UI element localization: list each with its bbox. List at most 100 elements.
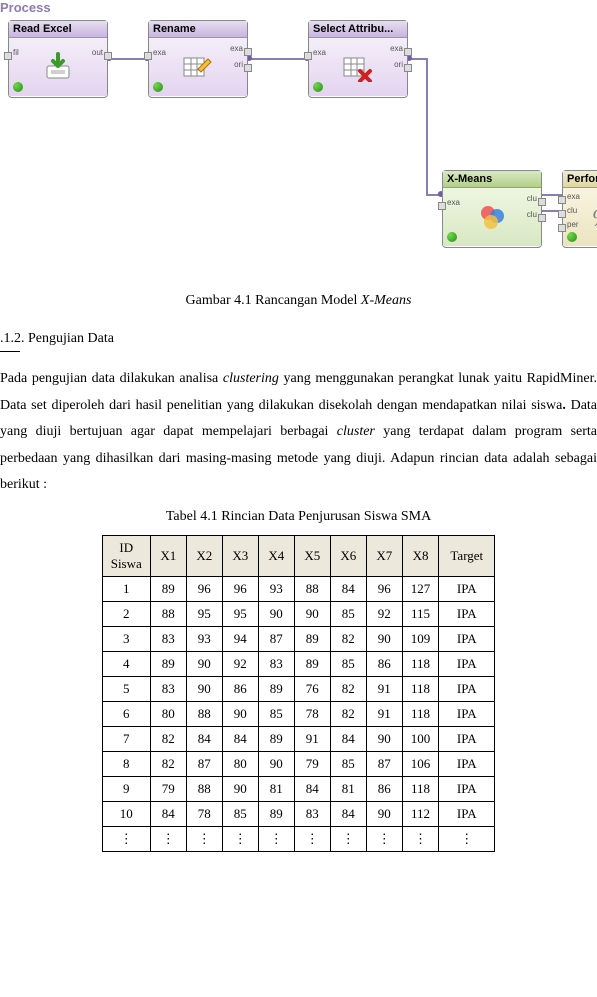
table-cell: 83 bbox=[294, 801, 330, 826]
node-title: Read Excel bbox=[9, 21, 107, 38]
table-cell: 6 bbox=[102, 701, 150, 726]
table-cell: 90 bbox=[366, 626, 402, 651]
caption-italic: X-Means bbox=[361, 293, 412, 308]
table-cell: 2 bbox=[102, 601, 150, 626]
table-cell: 88 bbox=[294, 576, 330, 601]
table-cell: 84 bbox=[330, 726, 366, 751]
table-cell: IPA bbox=[439, 776, 495, 801]
port-label: out bbox=[92, 48, 103, 57]
table-cell: 88 bbox=[150, 601, 186, 626]
cluster-icon bbox=[475, 202, 509, 232]
table-cell: IPA bbox=[439, 676, 495, 701]
table-row: 189969693888496127IPA bbox=[102, 576, 495, 601]
table-cell: 87 bbox=[186, 751, 222, 776]
table-cell: 90 bbox=[366, 801, 402, 826]
table-row: 383939487898290109IPA bbox=[102, 626, 495, 651]
table-cell: 78 bbox=[186, 801, 222, 826]
table-cell: 90 bbox=[258, 751, 294, 776]
port-in[interactable] bbox=[558, 210, 566, 218]
node-performance[interactable]: Performance exa clu per per exa clu % bbox=[562, 170, 597, 248]
port-out[interactable] bbox=[404, 48, 412, 56]
table-cell: 89 bbox=[294, 626, 330, 651]
status-ok-icon bbox=[567, 232, 577, 242]
table-cell: 90 bbox=[366, 726, 402, 751]
port-label: exa bbox=[390, 44, 403, 53]
table-cell: 118 bbox=[402, 651, 439, 676]
port-in[interactable] bbox=[558, 196, 566, 204]
node-xmeans[interactable]: X-Means exa clu clu bbox=[442, 170, 542, 248]
node-read-excel[interactable]: Read Excel fil out bbox=[8, 20, 108, 98]
table-row: 288959590908592115IPA bbox=[102, 601, 495, 626]
table-cell: 82 bbox=[330, 626, 366, 651]
col-x3: X3 bbox=[222, 535, 258, 576]
table-cell: 76 bbox=[294, 676, 330, 701]
col-x6: X6 bbox=[330, 535, 366, 576]
table-cell: 80 bbox=[222, 751, 258, 776]
port-out[interactable] bbox=[538, 198, 546, 206]
col-target: Target bbox=[439, 535, 495, 576]
table-cell: 82 bbox=[150, 751, 186, 776]
port-label: exa bbox=[447, 198, 460, 207]
table-cell: 87 bbox=[258, 626, 294, 651]
table-cell: 89 bbox=[150, 651, 186, 676]
table-cell: 91 bbox=[294, 726, 330, 751]
node-rename[interactable]: Rename exa exa ori bbox=[148, 20, 248, 98]
table-cell: IPA bbox=[439, 801, 495, 826]
table-cell: 118 bbox=[402, 776, 439, 801]
col-x5: X5 bbox=[294, 535, 330, 576]
table-cell: ⋮ bbox=[150, 826, 186, 851]
port-out[interactable] bbox=[538, 214, 546, 222]
body-paragraph: Pada pengujian data dilakukan analisa cl… bbox=[0, 366, 597, 499]
node-title: X-Means bbox=[443, 171, 541, 188]
wire bbox=[248, 58, 306, 60]
process-diagram: Process Read Excel fil out bbox=[0, 0, 597, 275]
table-cell: ⋮ bbox=[294, 826, 330, 851]
table-cell: 84 bbox=[330, 801, 366, 826]
table-header-row: ID Siswa X1 X2 X3 X4 X5 X6 X7 X8 Target bbox=[102, 535, 495, 576]
table-cell: 95 bbox=[186, 601, 222, 626]
table-row: 882878090798587106IPA bbox=[102, 751, 495, 776]
port-in[interactable] bbox=[438, 202, 446, 210]
table-cell: 9 bbox=[102, 776, 150, 801]
table-cell: ⋮ bbox=[102, 826, 150, 851]
table-row: 979889081848186118IPA bbox=[102, 776, 495, 801]
table-cell: 89 bbox=[294, 651, 330, 676]
wire bbox=[108, 58, 146, 60]
port-out[interactable] bbox=[244, 48, 252, 56]
table-cell: IPA bbox=[439, 626, 495, 651]
caption-text: Gambar 4.1 Rancangan Model bbox=[186, 293, 361, 308]
port-label: exa bbox=[153, 48, 166, 57]
table-cell: 90 bbox=[222, 701, 258, 726]
table-cell: 84 bbox=[186, 726, 222, 751]
table-cell: 81 bbox=[258, 776, 294, 801]
node-select-attributes[interactable]: Select Attribu... exa exa ori bbox=[308, 20, 408, 98]
table-cell: 89 bbox=[150, 576, 186, 601]
table-cell: 1 bbox=[102, 576, 150, 601]
text-italic: clustering bbox=[223, 371, 279, 386]
table-cell: IPA bbox=[439, 651, 495, 676]
table-cell: 90 bbox=[294, 601, 330, 626]
table-cell: 100 bbox=[402, 726, 439, 751]
table-cell: 89 bbox=[258, 726, 294, 751]
port-in[interactable] bbox=[558, 224, 566, 232]
port-in[interactable] bbox=[4, 52, 12, 60]
table-cell: 90 bbox=[258, 601, 294, 626]
table-cell: 91 bbox=[366, 701, 402, 726]
col-x2: X2 bbox=[186, 535, 222, 576]
port-in[interactable] bbox=[144, 52, 152, 60]
table-cell: 80 bbox=[150, 701, 186, 726]
table-cell: 92 bbox=[366, 601, 402, 626]
port-out[interactable] bbox=[404, 64, 412, 72]
port-in[interactable] bbox=[304, 52, 312, 60]
table-row: ⋮⋮⋮⋮⋮⋮⋮⋮⋮⋮ bbox=[102, 826, 495, 851]
table-cell: 85 bbox=[330, 751, 366, 776]
port-out[interactable] bbox=[244, 64, 252, 72]
port-out[interactable] bbox=[104, 52, 112, 60]
table-caption: Tabel 4.1 Rincian Data Penjurusan Siswa … bbox=[0, 509, 597, 525]
table-cell: ⋮ bbox=[330, 826, 366, 851]
port-label: exa bbox=[313, 48, 326, 57]
text-italic: cluster bbox=[337, 424, 375, 439]
process-label: Process bbox=[0, 0, 51, 15]
node-title: Performance bbox=[563, 171, 597, 188]
table-row: 489909283898586118IPA bbox=[102, 651, 495, 676]
